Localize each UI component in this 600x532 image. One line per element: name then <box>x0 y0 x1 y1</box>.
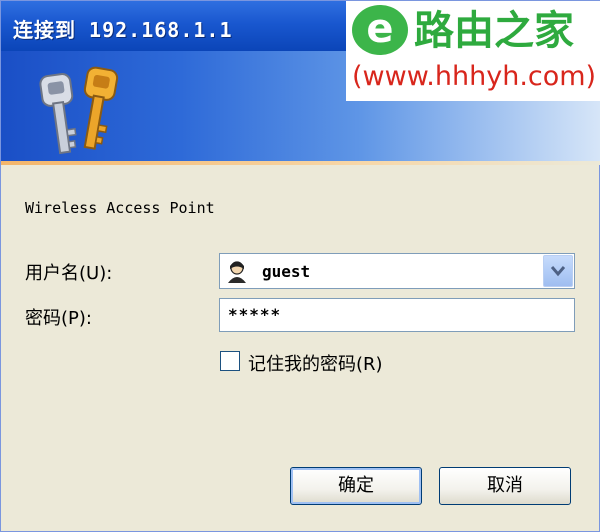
ok-button[interactable]: 确定 <box>290 467 422 505</box>
watermark-url: (www.hhhyh.com) <box>352 61 597 92</box>
keys-icon <box>39 66 119 155</box>
username-value: guest <box>262 262 311 281</box>
password-label: 密码(P): <box>25 308 92 329</box>
remember-password-label[interactable]: 记住我的密码(R) <box>248 350 383 376</box>
password-value: ***** <box>228 305 282 324</box>
username-combobox[interactable]: guest <box>219 253 575 289</box>
login-dialog: 连接到 192.168.1.1 e 路由之家 (www.hhhyh.com) W… <box>0 0 600 532</box>
watermark-logo: e <box>352 5 408 55</box>
window-title: 连接到 192.168.1.1 <box>13 18 233 42</box>
remember-password-checkbox[interactable] <box>220 351 240 371</box>
username-dropdown-button[interactable] <box>543 255 573 287</box>
username-label: 用户名(U): <box>25 263 113 284</box>
watermark-brand: 路由之家 <box>414 8 574 54</box>
password-field[interactable]: ***** <box>219 298 575 332</box>
watermark: e 路由之家 (www.hhhyh.com) <box>346 1 600 101</box>
banner-divider <box>1 161 600 165</box>
cancel-button[interactable]: 取消 <box>439 467 571 505</box>
realm-description: Wireless Access Point <box>25 199 215 217</box>
chevron-down-icon <box>551 266 565 277</box>
user-avatar-icon <box>226 259 248 283</box>
